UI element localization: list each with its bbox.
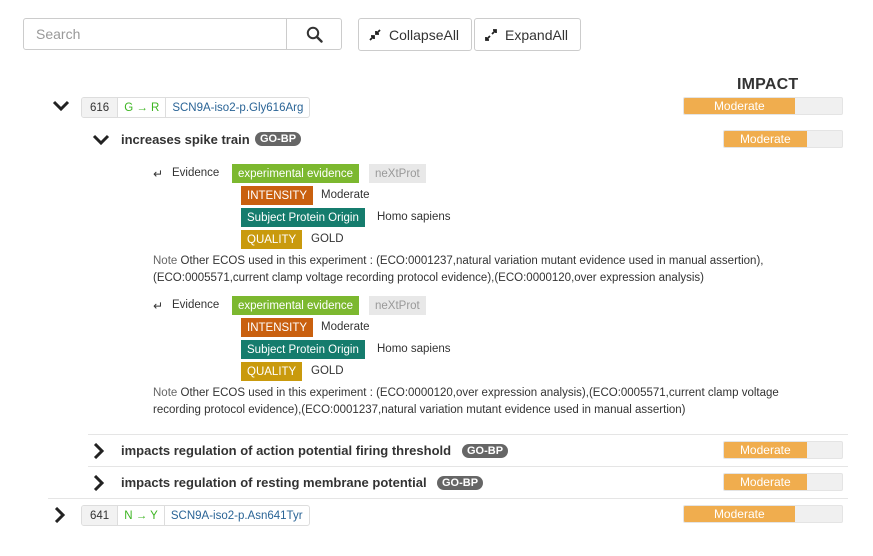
quality-value: GOLD [311, 365, 344, 377]
chevron-right-icon [54, 506, 66, 524]
impact-fill: Moderate [724, 442, 807, 458]
evidence-note: Note Other ECOS used in this experiment … [153, 385, 833, 419]
quality-label: QUALITY [241, 362, 303, 381]
search-button[interactable] [286, 18, 342, 50]
go-bp-badge: GO-BP [437, 476, 484, 490]
collapse-all-button[interactable]: CollapseAll [358, 18, 472, 51]
note-text-line2: recording protocol evidence),(ECO:000123… [153, 404, 686, 416]
evidence-type-label: experimental evidence [232, 164, 360, 183]
go-bp-badge: GO-BP [255, 132, 302, 146]
variant-name: SCN9A-iso2-p.Asn641Tyr [170, 509, 303, 522]
evidence-label: Evidence [172, 167, 220, 179]
term-label[interactable]: increases spike train [121, 132, 250, 147]
expand-variant-641-toggle[interactable] [54, 506, 66, 528]
search-icon [306, 26, 323, 43]
impact-fill: Moderate [684, 98, 795, 114]
divider [88, 434, 848, 435]
expand-all-button[interactable]: ExpandAll [474, 18, 581, 51]
intensity-label: INTENSITY [241, 318, 314, 337]
variant-641-impact-bar: Moderate [683, 505, 843, 523]
quality-value: GOLD [311, 233, 344, 245]
go-bp-badge: GO-BP [462, 444, 509, 458]
chevron-down-icon [52, 100, 70, 112]
impact-fill: Moderate [724, 131, 807, 147]
compress-icon [369, 28, 381, 41]
search-input[interactable] [23, 18, 287, 50]
evidence-label: Evidence [172, 299, 220, 311]
impact-fill: Moderate [724, 474, 807, 490]
chevron-right-icon [93, 442, 105, 460]
chevron-right-icon [93, 474, 105, 492]
origin-label: Subject Protein Origin [241, 340, 365, 359]
term-impact-bar: Moderate [723, 441, 843, 459]
variant-616-label: 616 G → R SCN9A-iso2-p.Gly616Arg [81, 97, 311, 118]
impact-column-header: IMPACT [737, 76, 799, 93]
evidence-source-label[interactable]: neXtProt [369, 164, 426, 183]
expand-term-toggle[interactable] [93, 474, 105, 496]
collapse-all-label: CollapseAll [389, 26, 460, 43]
intensity-value: Moderate [321, 321, 370, 333]
reply-arrow-icon: ↵ [153, 299, 164, 313]
variant-name: SCN9A-iso2-p.Gly616Arg [172, 101, 304, 114]
collapse-term-toggle[interactable] [92, 133, 110, 151]
variant-position: 616 [82, 98, 119, 117]
variant-change: N → Y [118, 506, 165, 525]
collapse-variant-616-toggle[interactable] [52, 96, 70, 117]
term-impact-bar: Moderate [723, 473, 843, 491]
note-text-line2: (ECO:0005571,current clamp voltage recor… [153, 272, 705, 284]
evidence-note: Note Other ECOS used in this experiment … [153, 253, 833, 287]
variant-position: 641 [82, 506, 119, 525]
intensity-label: INTENSITY [241, 186, 314, 205]
intensity-value: Moderate [321, 189, 370, 201]
expand-all-label: ExpandAll [505, 26, 569, 43]
note-key: Note [153, 255, 178, 267]
divider [48, 498, 848, 499]
expand-icon [485, 28, 497, 41]
origin-value: Homo sapiens [377, 343, 451, 355]
note-text-line1: Other ECOS used in this experiment : (EC… [180, 387, 779, 399]
term-label[interactable]: impacts regulation of resting membrane p… [121, 475, 427, 490]
term-impact-bar: Moderate [723, 130, 843, 148]
note-text-line1: Other ECOS used in this experiment : (EC… [180, 255, 764, 267]
divider [88, 466, 848, 467]
impact-fill: Moderate [684, 506, 795, 522]
expand-term-toggle[interactable] [93, 442, 105, 464]
origin-value: Homo sapiens [377, 211, 451, 223]
term-label[interactable]: impacts regulation of action potential f… [121, 443, 451, 458]
evidence-type-label: experimental evidence [232, 296, 360, 315]
variant-641-label: 641 N → Y SCN9A-iso2-p.Asn641Tyr [81, 505, 310, 526]
note-key: Note [153, 387, 178, 399]
evidence-source-label[interactable]: neXtProt [369, 296, 426, 315]
reply-arrow-icon: ↵ [153, 167, 164, 181]
variant-616-impact-bar: Moderate [683, 97, 843, 115]
chevron-down-icon [92, 134, 110, 146]
origin-label: Subject Protein Origin [241, 208, 365, 227]
quality-label: QUALITY [241, 230, 303, 249]
variant-change: G → R [118, 98, 167, 117]
